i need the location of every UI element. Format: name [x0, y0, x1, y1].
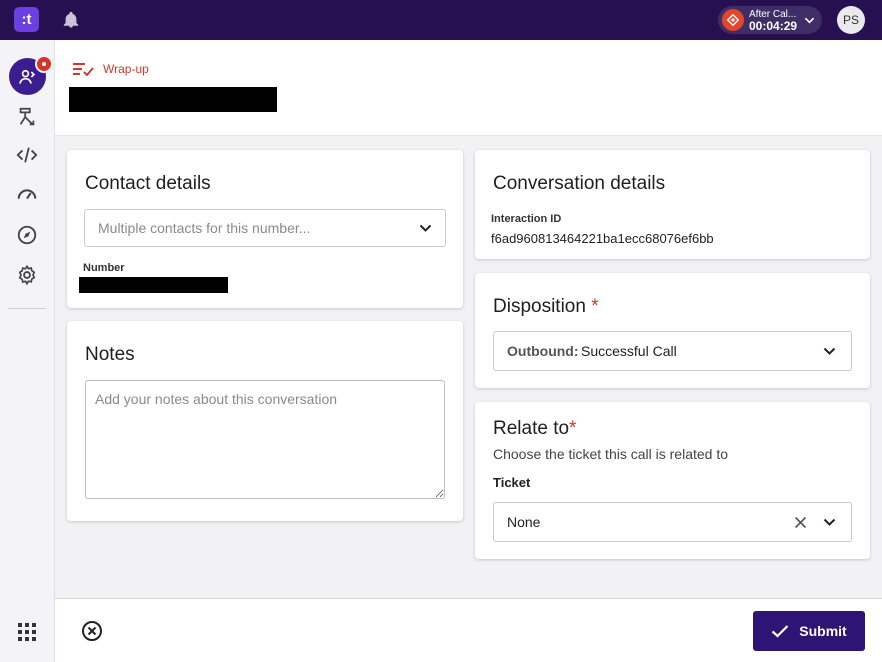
submit-label: Submit	[799, 623, 847, 639]
disposition-value: Successful Call	[581, 343, 677, 359]
nav-divider	[8, 308, 46, 309]
notes-textarea[interactable]	[85, 380, 445, 499]
nav-agent-workspace[interactable]	[9, 55, 53, 95]
contact-select[interactable]: Multiple contacts for this number...	[84, 209, 446, 247]
nav-dashboard[interactable]	[14, 181, 40, 207]
relate-description: Choose the ticket this call is related t…	[493, 446, 729, 462]
nav-routing[interactable]	[14, 104, 40, 130]
conversation-details-card: Conversation details Interaction ID f6ad…	[475, 150, 870, 259]
routing-icon	[19, 107, 35, 126]
interaction-id-value: f6ad960813464221ba1ecc68076ef6bb	[491, 231, 714, 246]
chevron-down-icon	[419, 224, 432, 232]
card-title: Disposition *	[493, 296, 599, 318]
compass-icon	[17, 225, 37, 245]
number-label: Number	[83, 262, 125, 274]
relate-title: Relate to	[493, 418, 570, 439]
nav-settings[interactable]	[14, 262, 40, 288]
redacted-contact-name	[69, 87, 277, 112]
submit-button[interactable]: Submit	[753, 611, 865, 651]
footer-bar: Submit	[55, 598, 882, 662]
chevron-down-icon	[823, 347, 836, 355]
nav-explore[interactable]	[14, 222, 40, 248]
apps-grid-icon[interactable]	[17, 622, 37, 642]
left-nav	[0, 40, 55, 662]
required-mark: *	[591, 296, 599, 317]
gauge-icon	[17, 189, 37, 200]
card-title: Conversation details	[493, 173, 666, 194]
call-timer: 00:04:29	[749, 19, 798, 33]
check-icon	[772, 625, 789, 638]
gear-icon	[18, 264, 36, 286]
interaction-id-label: Interaction ID	[491, 213, 562, 225]
disposition-card: Disposition * Outbound: Successful Call	[475, 273, 870, 388]
ticket-select[interactable]: None	[493, 502, 852, 542]
wrap-up-label: Wrap-up	[103, 62, 149, 76]
user-avatar[interactable]: PS	[837, 6, 865, 34]
code-icon	[16, 147, 38, 163]
disposition-prefix: Outbound:	[507, 343, 579, 359]
chevron-down-icon	[804, 17, 815, 24]
disposition-select[interactable]: Outbound: Successful Call	[493, 331, 852, 371]
notes-card: Notes	[67, 321, 463, 521]
agent-icon	[18, 69, 35, 84]
ticket-value: None	[507, 514, 541, 530]
disposition-title: Disposition	[493, 296, 586, 317]
card-title: Relate to*	[493, 418, 576, 440]
nav-code[interactable]	[14, 142, 40, 168]
page-header: Wrap-up	[55, 40, 882, 136]
top-bar: :t After Cal... 00:04:29 PS	[0, 0, 882, 40]
close-circle-icon[interactable]	[81, 620, 103, 642]
ticket-label: Ticket	[493, 475, 531, 490]
contact-details-card: Contact details Multiple contacts for th…	[67, 150, 463, 308]
clear-icon[interactable]	[794, 516, 807, 529]
card-title: Contact details	[85, 173, 211, 194]
contact-select-placeholder: Multiple contacts for this number...	[98, 220, 311, 236]
call-end-icon	[722, 9, 744, 31]
required-mark: *	[569, 418, 577, 439]
relate-to-card: Relate to* Choose the ticket this call i…	[475, 402, 870, 559]
call-status-pill[interactable]: After Cal... 00:04:29	[718, 6, 822, 34]
notification-dot	[35, 55, 53, 73]
redacted-number	[79, 277, 228, 293]
chevron-down-icon	[823, 518, 836, 526]
card-title: Notes	[85, 344, 135, 365]
wrap-up-icon	[73, 63, 94, 76]
bell-icon[interactable]	[62, 11, 80, 29]
app-logo[interactable]: :t	[14, 7, 39, 32]
